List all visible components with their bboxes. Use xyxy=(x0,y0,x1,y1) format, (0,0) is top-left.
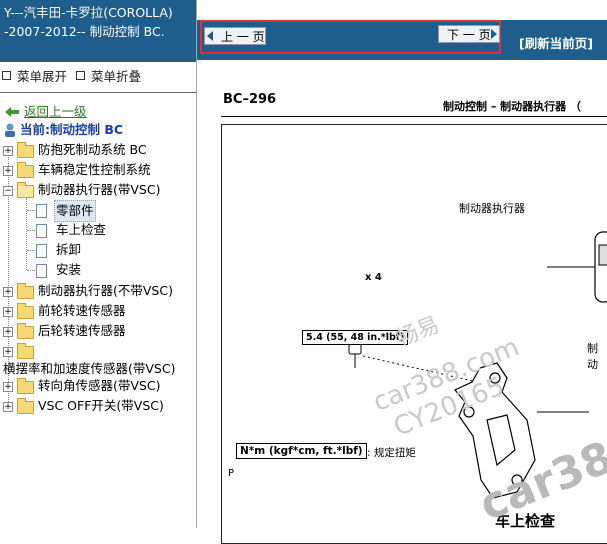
expand-toggle-icon[interactable]: + xyxy=(3,166,13,176)
torque-spec-box: 5.4 (55, 48 in.*lbf) xyxy=(302,330,409,345)
open-folder-icon xyxy=(17,182,34,198)
quantity-label: x 4 xyxy=(365,272,382,283)
sidebar-title-bar: Y---汽丰田-卡罗拉(COROLLA) -2007-2012-- 制动控制 B… xyxy=(0,0,196,62)
prev-page-button[interactable]: 上 一 页 xyxy=(204,27,266,45)
folder-icon xyxy=(17,283,34,299)
right-edge-label: 制动 xyxy=(587,342,598,371)
expand-toggle-icon[interactable]: + xyxy=(3,347,13,357)
expand-toggle-icon[interactable]: + xyxy=(3,287,13,297)
collapse-icon xyxy=(76,71,85,80)
folder-icon xyxy=(17,378,34,394)
expand-toggle-icon[interactable]: + xyxy=(3,382,13,392)
sidebar-title-line2: -2007-2012-- 制动控制 BC. xyxy=(4,24,165,39)
folder-icon xyxy=(17,343,34,359)
folder-icon xyxy=(17,398,34,414)
document-icon xyxy=(36,204,47,218)
folder-icon xyxy=(17,142,34,158)
expand-toggle-icon[interactable]: + xyxy=(3,307,13,317)
collapse-toggle-icon[interactable]: − xyxy=(3,186,13,196)
refresh-page-link[interactable]: [刷新当前页] xyxy=(519,33,593,52)
folder-icon xyxy=(17,162,34,178)
user-icon xyxy=(5,123,15,137)
sidebar-title-line1: Y---汽丰田-卡罗拉(COROLLA) xyxy=(4,5,173,20)
corner-mark: P xyxy=(228,468,235,479)
header-rule xyxy=(221,116,607,117)
back-link-label: 返回上一级 xyxy=(24,104,87,119)
document-icon xyxy=(36,244,47,258)
page-code: BC–296 xyxy=(223,92,277,107)
page-header-title: 制动控制 – 制动器执行器 （ xyxy=(443,100,581,113)
folder-icon xyxy=(17,303,34,319)
current-location-label: 当前:制动控制 BC xyxy=(20,122,124,137)
expand-icon xyxy=(2,71,11,80)
expand-toggle-icon[interactable]: + xyxy=(3,327,13,337)
sidebar: Y---汽丰田-卡罗拉(COROLLA) -2007-2012-- 制动控制 B… xyxy=(0,0,197,528)
document-page: BC–296 制动控制 – 制动器执行器 （ 制动器执行器 x 4 5.4 (5… xyxy=(197,60,607,544)
menu-expand[interactable]: 菜单展开 xyxy=(2,66,67,85)
back-arrow-icon xyxy=(5,107,19,117)
next-page-button[interactable]: 下 一 页 xyxy=(438,25,500,43)
arrow-left-icon xyxy=(207,31,213,41)
unit-legend-box: N*m (kgf*cm, ft.*lbf) xyxy=(236,443,367,459)
unit-legend-desc: : 规定扭矩 xyxy=(367,447,416,459)
sidebar-divider xyxy=(0,92,196,93)
document-icon xyxy=(36,264,47,278)
tree-line xyxy=(26,198,27,270)
menu-collapse[interactable]: 菜单折叠 xyxy=(76,66,141,85)
actuator-label: 制动器执行器 xyxy=(459,202,525,215)
folder-icon xyxy=(17,323,34,339)
document-icon xyxy=(36,224,47,238)
arrow-right-icon xyxy=(491,29,497,39)
expand-toggle-icon[interactable]: + xyxy=(3,146,13,156)
expand-toggle-icon[interactable]: + xyxy=(3,402,13,412)
